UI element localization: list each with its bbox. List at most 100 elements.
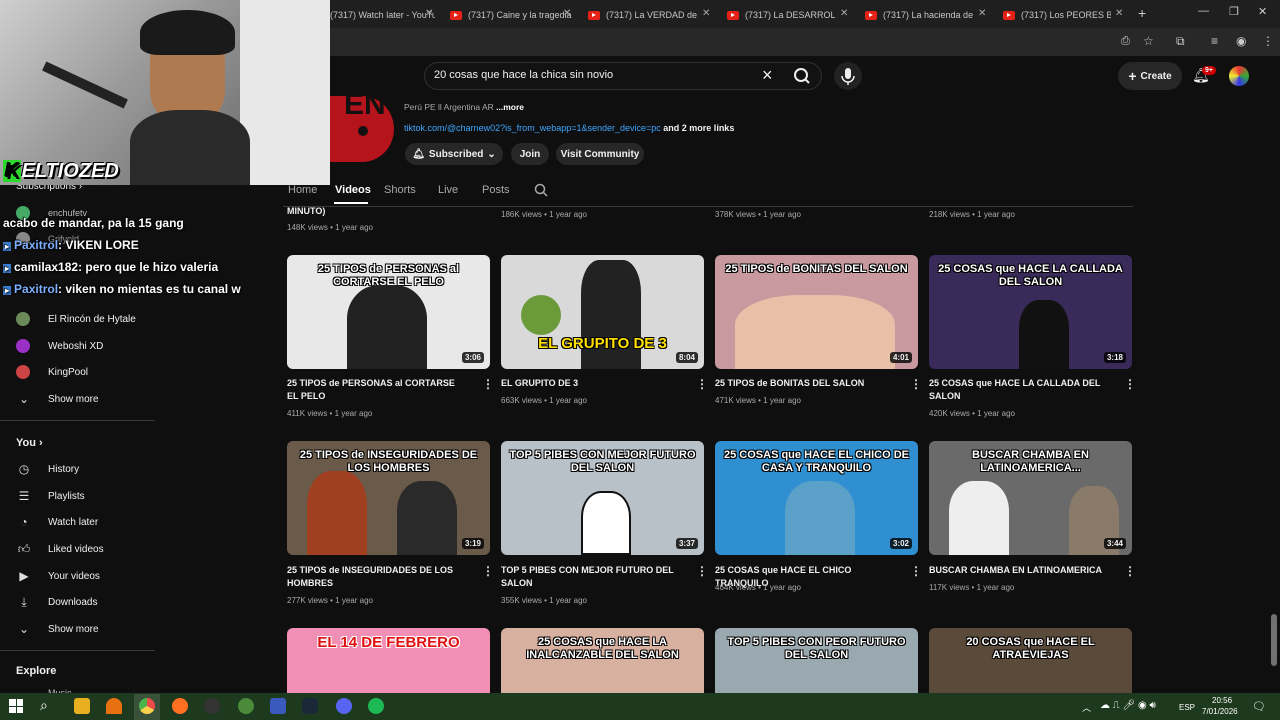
page-scrollbar-thumb[interactable] [1271,614,1277,666]
tray-icons[interactable]: ☁ ⎍ 🎤︎ ◉ 🔊︎ [1100,700,1156,711]
notification-center-icon[interactable]: 🗨︎ [1252,700,1266,713]
sidebar-item-liked[interactable]: 👍︎ Liked videos [16,539,104,559]
window-close-icon[interactable]: ✕ [1258,5,1267,18]
browser-tab[interactable]: (7317) La DESARROLLADO [727,4,835,26]
browser-tab[interactable]: (7317) Watch later - YouTube [330,4,435,26]
more-actions-icon[interactable]: ⋮ [1124,377,1136,391]
join-button[interactable]: Join [511,143,549,165]
more-actions-icon[interactable]: ⋮ [1124,564,1136,578]
more-actions-icon[interactable]: ⋮ [696,377,708,391]
more-links[interactable]: and 2 more links [663,123,734,133]
sidebar-channel[interactable]: KingPool [16,362,88,382]
video-thumbnail[interactable]: 25 COSAS que HACE LA INALCANZABLE DEL SA… [501,628,704,693]
video-thumbnail[interactable]: BUSCAR CHAMBA EN LATINOAMERICA... 3:44 [929,441,1132,555]
clock-time[interactable]: 20:56 [1212,696,1232,705]
thumbnail-text: 25 TIPOS de BONITAS DEL SALON [725,263,908,275]
video-thumbnail[interactable]: 25 TIPOS de INSEGURIDADES DE LOS HOMBRES… [287,441,490,555]
create-button[interactable]: + Create [1118,62,1182,90]
start-icon[interactable] [9,699,23,713]
steam-icon[interactable] [302,698,318,714]
video-title[interactable]: TOP 5 PIBES CON MEJOR FUTURO DEL SALON [501,564,681,590]
sidebar-item-your-videos[interactable]: ▶ Your videos [16,566,100,586]
video-thumbnail[interactable]: TOP 5 PIBES CON MEJOR FUTURO DEL SALON 3:… [501,441,704,555]
more-actions-icon[interactable]: ⋮ [482,377,494,391]
search-input[interactable]: 20 cosas que hace la chica sin novio [434,69,613,81]
obs-icon[interactable] [204,698,220,714]
channel-search-icon[interactable] [534,183,548,202]
tab-live[interactable]: Live [438,184,458,196]
sidebar-item-playlists[interactable]: ☰ Playlists [16,486,85,506]
restore-icon[interactable]: ❐ [1229,5,1239,18]
video-title[interactable]: 25 TIPOS de PERSONAS al CORTARSE EL PELO [287,377,467,403]
vlc-icon[interactable] [106,698,122,714]
more-actions-icon[interactable]: ⋮ [482,564,494,578]
video-title[interactable]: MINUTO) [287,205,467,218]
show-more-you[interactable]: ⌄ Show more [16,619,99,639]
browser-tab[interactable]: (7317) La VERDAD de la C [588,4,698,26]
tiktok-link[interactable]: tiktok.com/@charnew02?is_from_webapp=1&s… [404,123,661,133]
video-meta: 186K views • 1 year ago [501,210,587,219]
clear-search-icon[interactable]: × [762,65,773,86]
you-heading[interactable]: You › [16,437,43,449]
search-button[interactable] [784,63,822,89]
video-title[interactable]: 25 COSAS que HACE LA CALLADA DEL SALON [929,377,1109,403]
browser-tab[interactable]: (7317) Caine y la tragedia [450,4,575,26]
taskbar-search-icon[interactable]: ⌕ [40,697,48,714]
bookmark-star-icon[interactable]: ☆ [1143,34,1154,48]
close-icon[interactable]: ✕ [563,8,571,19]
install-icon[interactable]: ⎙ [1121,35,1130,48]
tab-shorts[interactable]: Shorts [384,184,416,196]
spotify-icon[interactable] [368,698,384,714]
tab-posts[interactable]: Posts [482,184,510,196]
tray-chevron-icon[interactable]: ︿ [1082,701,1091,714]
video-title[interactable]: 25 TIPOS de INSEGURIDADES DE LOS HOMBRES [287,564,467,590]
video-title[interactable]: BUSCAR CHAMBA EN LATINOAMERICA [929,564,1109,577]
video-thumbnail[interactable]: EL 14 DE FEBRERO [287,628,490,693]
clock-date[interactable]: 7/01/2026 [1202,707,1238,716]
discord-icon[interactable] [336,698,352,714]
menu-icon[interactable]: ⋮ [1262,34,1274,48]
sidebar-item-downloads[interactable]: ⤓ Downloads [16,592,97,612]
video-thumbnail[interactable]: 25 TIPOS de PERSONAS al CORTARSE EL PELO… [287,255,490,369]
tab-videos[interactable]: Videos [335,184,371,196]
close-icon[interactable]: ✕ [840,8,848,19]
new-tab-icon[interactable]: + [1138,5,1146,21]
subscribed-button[interactable]: 🔔︎ Subscribed ⌄ [405,143,503,165]
extensions-icon[interactable]: ⧉ [1176,34,1185,49]
media-icon[interactable]: ≡ [1211,34,1218,48]
language-indicator[interactable]: ESP [1179,703,1195,712]
video-title[interactable]: EL GRUPITO DE 3 [501,377,681,390]
voice-search-button[interactable] [834,62,862,90]
browser-tab[interactable]: (7317) La hacienda de Go [865,4,973,26]
sidebar-channel[interactable]: El Rincón de Hytale [16,309,136,329]
video-thumbnail[interactable]: EL GRUPITO DE 3 8:04 [501,255,704,369]
video-thumbnail[interactable]: 20 COSAS que HACE EL ATRAEVIEJAS [929,628,1132,693]
app-icon[interactable] [270,698,286,714]
more-actions-icon[interactable]: ⋮ [910,377,922,391]
video-thumbnail[interactable]: 25 COSAS que HACE EL CHICO DE CASA Y TRA… [715,441,918,555]
tab-home[interactable]: Home [288,184,317,196]
browser-tab[interactable]: (7317) Los PEORES BAITS [1003,4,1111,26]
video-thumbnail[interactable]: TOP 5 PIBES CON PEOR FUTURO DEL SALON [715,628,918,693]
show-more-subscriptions[interactable]: ⌄ Show more [16,389,99,409]
app-icon[interactable] [238,698,254,714]
firefox-icon[interactable] [172,698,188,714]
close-icon[interactable]: ✕ [978,8,986,19]
visit-community-button[interactable]: Visit Community [556,143,644,165]
video-thumbnail[interactable]: 25 TIPOS de BONITAS DEL SALON 4:01 [715,255,918,369]
profile-icon[interactable]: ◉ [1236,34,1246,48]
account-avatar[interactable] [1229,66,1249,86]
close-icon[interactable]: ✕ [1115,8,1123,19]
sidebar-item-watch-later[interactable]: ◔ Watch later [16,512,98,532]
video-title[interactable]: 25 TIPOS de BONITAS DEL SALON [715,377,895,390]
close-icon[interactable]: ✕ [702,8,710,19]
close-icon[interactable]: ✕ [425,8,433,19]
video-thumbnail[interactable]: 25 COSAS que HACE LA CALLADA DEL SALON 3:… [929,255,1132,369]
sidebar-item-history[interactable]: ◷ History [16,459,79,479]
more-link[interactable]: ...more [496,102,524,112]
more-actions-icon[interactable]: ⋮ [696,564,708,578]
file-explorer-icon[interactable] [74,698,90,714]
sidebar-channel[interactable]: Weboshi XD [16,336,103,356]
minimize-icon[interactable]: — [1198,5,1209,17]
more-actions-icon[interactable]: ⋮ [910,564,922,578]
